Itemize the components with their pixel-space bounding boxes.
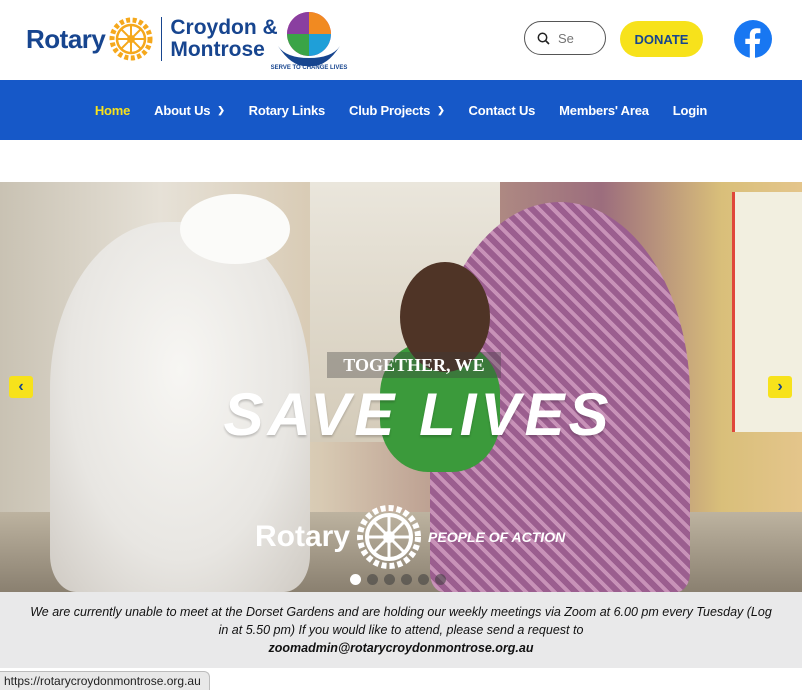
rotary-wordmark: Rotary (26, 23, 106, 54)
browser-status-url: https://rotarycroydonmontrose.org.au (0, 671, 210, 690)
nav-about-us[interactable]: About Us ❯ (154, 103, 225, 118)
notice-text: We are currently unable to meet at the D… (30, 605, 772, 637)
nav-rotary-links[interactable]: Rotary Links (248, 102, 326, 118)
slider-dots (350, 574, 452, 585)
nav-contact-us-label: Contact Us (468, 102, 536, 118)
search-input[interactable] (556, 29, 604, 47)
chevron-right-icon: › (777, 378, 783, 395)
notice-email-link[interactable]: zoomadmin@rotarycroydonmontrose.org.au (24, 639, 778, 657)
club-name-line2: Montrose (170, 38, 265, 61)
chevron-down-icon: ❯ (437, 104, 445, 115)
search-box[interactable] (524, 21, 606, 55)
site-header: Rotary Croydon & Montrose SERVE TO CHANG… (0, 0, 802, 80)
rotary-wheel-icon (357, 505, 422, 569)
nav-members-area[interactable]: Members' Area (559, 103, 649, 118)
nav-login[interactable]: Login (672, 102, 708, 118)
slider-dot[interactable] (435, 574, 446, 585)
donate-button[interactable]: DONATE (620, 21, 703, 57)
nav-home[interactable]: Home (94, 102, 131, 118)
slider-dot[interactable] (350, 574, 361, 585)
club-logo[interactable]: Rotary Croydon & Montrose (26, 14, 278, 64)
nav-about-us-label: About Us (154, 102, 211, 118)
slider-dot[interactable] (418, 574, 429, 585)
slider-dot[interactable] (384, 574, 395, 585)
nav-members-area-label: Members' Area (559, 102, 649, 118)
brand-wordmark: Rotary (255, 520, 351, 553)
facebook-icon[interactable] (734, 20, 772, 58)
nav-contact-us[interactable]: Contact Us (469, 103, 536, 118)
nav-club-projects-label: Club Projects (349, 102, 431, 118)
slider-prev-button[interactable]: ‹ (9, 376, 33, 398)
slider-dot[interactable] (367, 574, 378, 585)
meeting-notice: We are currently unable to meet at the D… (0, 592, 802, 668)
club-name-line1: Croydon & (170, 16, 278, 39)
rotary-wheel-icon (109, 17, 153, 61)
stc-caption: SERVE TO CHANGE LIVES (270, 65, 348, 71)
nurse-headscarf (180, 194, 290, 264)
slide-tagline-main: SAVE LIVES (223, 381, 613, 448)
nav-club-projects[interactable]: Club Projects ❯ (349, 103, 445, 118)
nav-rotary-links-label: Rotary Links (248, 102, 326, 118)
nav-login-label: Login (672, 102, 708, 118)
slider-dot[interactable] (401, 574, 412, 585)
main-nav: Home About Us ❯ Rotary Links Club Projec… (0, 80, 802, 140)
slider-next-button[interactable]: › (768, 376, 792, 398)
chevron-down-icon: ❯ (217, 104, 225, 115)
people-of-action-brand: Rotary PEOPLE OF ACTION (255, 502, 585, 572)
search-icon (537, 32, 550, 45)
slide-tagline-top: TOGETHER, WE (327, 352, 501, 378)
nav-home-label: Home (94, 102, 131, 118)
brand-tagline: PEOPLE OF ACTION (428, 529, 566, 545)
chevron-left-icon: ‹ (18, 378, 24, 395)
logo-divider (161, 17, 163, 61)
club-name: Croydon & Montrose (170, 17, 277, 61)
